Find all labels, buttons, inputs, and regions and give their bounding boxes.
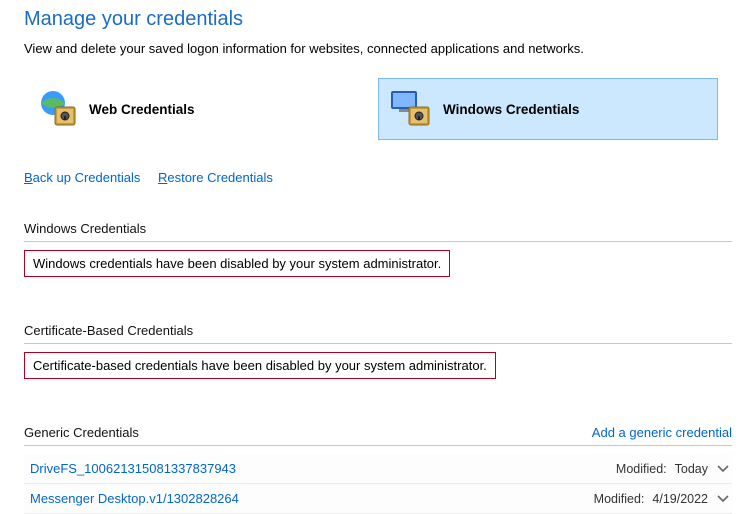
credential-row[interactable]: DriveFS_100621315081337837943 Modified: … [24,454,732,484]
cert-credentials-header: Certificate-Based Credentials [24,323,732,344]
modified-value: Today [675,462,708,476]
tab-web-label: Web Credentials [89,102,195,117]
modified-label: Modified: [616,462,667,476]
tab-web-credentials[interactable]: Web Credentials [24,78,364,140]
credential-row[interactable]: Messenger Desktop.v1/1302828264 Modified… [24,484,732,514]
add-generic-credential-link[interactable]: Add a generic credential [592,425,732,440]
page-subtitle: View and delete your saved logon informa… [24,41,732,56]
chevron-down-icon [716,492,730,506]
credential-name: DriveFS_100621315081337837943 [30,461,236,476]
windows-disabled-message: Windows credentials have been disabled b… [24,250,450,277]
credential-tabs: Web Credentials Windows Credentials [24,78,732,140]
credential-links-row: Back up Credentials Restore Credentials [24,170,732,185]
credential-name: Messenger Desktop.v1/1302828264 [30,491,239,506]
cert-disabled-message: Certificate-based credentials have been … [24,352,496,379]
tab-windows-label: Windows Credentials [443,102,579,117]
chevron-down-icon [716,462,730,476]
backup-credentials-link[interactable]: Back up Credentials [24,170,140,185]
generic-credentials-header: Generic Credentials Add a generic creden… [24,425,732,446]
modified-value: 4/19/2022 [652,492,708,506]
restore-credentials-link[interactable]: Restore Credentials [158,170,273,185]
page-title: Manage your credentials [24,8,732,31]
globe-safe-icon [35,87,79,131]
windows-credentials-header: Windows Credentials [24,221,732,242]
modified-label: Modified: [594,492,645,506]
monitor-safe-icon [389,87,433,131]
tab-windows-credentials[interactable]: Windows Credentials [378,78,718,140]
